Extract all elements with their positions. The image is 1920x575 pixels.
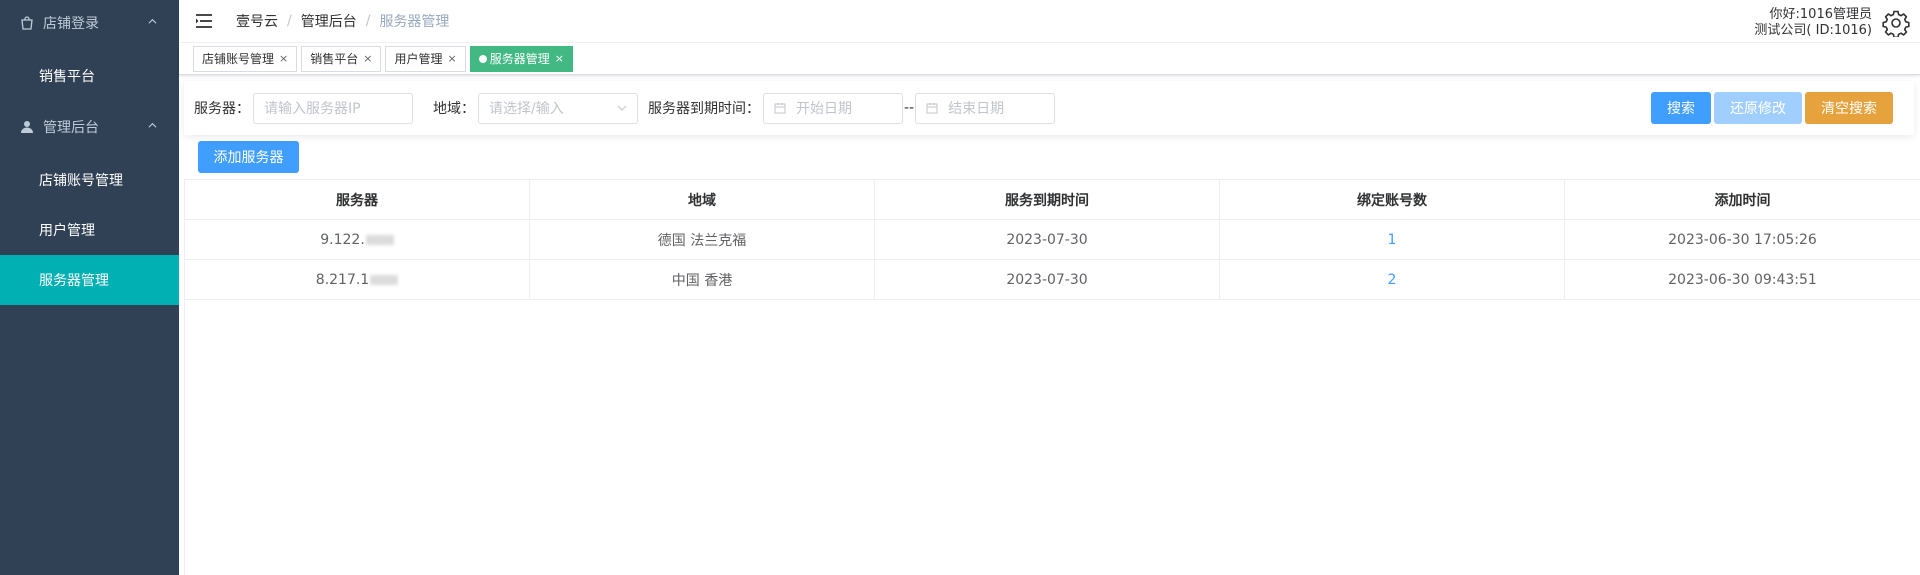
breadcrumb-item[interactable]: 壹号云 bbox=[236, 11, 278, 31]
tag-label: 店铺账号管理 bbox=[202, 52, 275, 67]
column-header-expire: 服务到期时间 bbox=[875, 180, 1220, 219]
added-cell: 2023-06-30 09:43:51 bbox=[1668, 271, 1817, 288]
chevron-down-icon bbox=[617, 105, 627, 111]
breadcrumb-item[interactable]: 管理后台 bbox=[301, 11, 357, 31]
sidebar-group-admin[interactable]: 管理后台 bbox=[0, 104, 179, 150]
tag-label: 销售平台 bbox=[310, 52, 359, 67]
gear-icon[interactable] bbox=[1882, 9, 1910, 37]
tag-store-accounts[interactable]: 店铺账号管理 × bbox=[193, 45, 298, 72]
breadcrumb-current: 服务器管理 bbox=[379, 14, 450, 31]
accounts-cell: 2 bbox=[1220, 260, 1565, 299]
redacted-mask bbox=[370, 274, 399, 285]
user-info: 你好:1016管理员 测试公司( ID:1016) bbox=[1754, 7, 1872, 39]
chevron-up-icon bbox=[148, 122, 157, 128]
server-ip: 8.217.1 bbox=[315, 271, 370, 288]
sidebar-item-label: 用户管理 bbox=[39, 223, 95, 239]
accounts-link[interactable]: 2 bbox=[1388, 272, 1397, 288]
region-placeholder: 请选择/输入 bbox=[489, 101, 564, 117]
accounts-cell: 1 bbox=[1220, 220, 1565, 259]
start-date-input[interactable]: 开始日期 bbox=[763, 92, 903, 124]
search-button[interactable]: 搜索 bbox=[1651, 92, 1711, 124]
server-cell: 8.217.1 bbox=[185, 260, 530, 299]
expire-label: 服务器到期时间： bbox=[648, 101, 760, 117]
close-icon[interactable]: × bbox=[555, 52, 564, 65]
tag-users[interactable]: 用户管理 × bbox=[385, 45, 466, 72]
date-range-separator: -- bbox=[904, 100, 915, 116]
clear-search-button[interactable]: 清空搜索 bbox=[1805, 92, 1893, 124]
sidebar-group-label: 管理后台 bbox=[43, 120, 99, 136]
user-greeting: 你好:1016管理员 bbox=[1769, 7, 1872, 22]
navbar: 壹号云 / 管理后台 / 服务器管理 你好:1016管理员 测试公司( ID:1… bbox=[179, 0, 1920, 44]
sidebar-item-users[interactable]: 用户管理 bbox=[0, 205, 179, 255]
column-header-accounts: 绑定账号数 bbox=[1220, 180, 1565, 219]
tag-servers[interactable]: 服务器管理 × bbox=[469, 45, 573, 72]
bag-icon bbox=[20, 16, 34, 30]
active-dot-icon bbox=[478, 54, 487, 63]
tag-label: 服务器管理 bbox=[489, 52, 550, 67]
column-header-server: 服务器 bbox=[185, 180, 530, 219]
breadcrumb-separator: / bbox=[287, 13, 292, 30]
breadcrumb-separator: / bbox=[365, 13, 371, 30]
search-form: 服务器： 请输入服务器IP 地域： 请选择/输入 服务器到期时间： 开始日期 -… bbox=[184, 81, 1914, 135]
sidebar-item-label: 销售平台 bbox=[39, 69, 95, 85]
menu-fold-icon[interactable] bbox=[194, 11, 214, 31]
column-header-added: 添加时间 bbox=[1714, 192, 1771, 209]
sidebar-item-servers[interactable]: 服务器管理 bbox=[0, 255, 179, 305]
sidebar-group-label: 店铺登录 bbox=[43, 16, 99, 32]
close-icon[interactable]: × bbox=[447, 52, 456, 65]
add-server-button[interactable]: 添加服务器 bbox=[198, 141, 299, 173]
tag-label: 用户管理 bbox=[394, 52, 443, 67]
region-select[interactable]: 请选择/输入 bbox=[478, 92, 638, 124]
region-cell: 中国 香港 bbox=[530, 260, 875, 299]
table-header: 服务器 地域 服务到期时间 绑定账号数 添加时间 bbox=[185, 180, 1920, 220]
region-cell: 德国 法兰克福 bbox=[530, 220, 875, 259]
end-date-input[interactable]: 结束日期 bbox=[915, 92, 1056, 124]
calendar-icon bbox=[774, 103, 786, 114]
search-actions: 搜索 还原修改 清空搜索 bbox=[1651, 92, 1893, 124]
end-date-placeholder: 结束日期 bbox=[948, 101, 1005, 117]
sidebar-item-label: 店铺账号管理 bbox=[39, 173, 123, 189]
breadcrumb: 壹号云 / 管理后台 / 服务器管理 bbox=[236, 11, 449, 31]
sidebar-item-store-accounts[interactable]: 店铺账号管理 bbox=[0, 155, 179, 205]
server-cell: 9.122. bbox=[185, 220, 530, 259]
column-header-region: 地域 bbox=[530, 180, 875, 219]
sidebar-group-store-login[interactable]: 店铺登录 bbox=[0, 0, 179, 46]
added-cell: 2023-06-30 17:05:26 bbox=[1668, 231, 1817, 248]
calendar-icon bbox=[926, 103, 938, 114]
tag-sales-platform[interactable]: 销售平台 × bbox=[301, 45, 382, 72]
restore-button[interactable]: 还原修改 bbox=[1714, 92, 1802, 124]
toolbar: 添加服务器 bbox=[184, 135, 1914, 179]
expire-cell: 2023-07-30 bbox=[875, 260, 1220, 299]
user-company: 测试公司( ID:1016) bbox=[1754, 23, 1872, 38]
chevron-up-icon bbox=[148, 18, 157, 24]
close-icon[interactable]: × bbox=[279, 52, 288, 65]
start-date-placeholder: 开始日期 bbox=[796, 101, 852, 117]
server-ip-placeholder: 请输入服务器IP bbox=[264, 101, 361, 117]
sidebar-item-label: 服务器管理 bbox=[39, 273, 109, 289]
table-row[interactable]: 8.217.1 中国 香港 2023-07-30 2 2023-06-30 09… bbox=[185, 260, 1920, 300]
user-icon bbox=[20, 120, 34, 134]
tags-view: 店铺账号管理 × 销售平台 × 用户管理 × 服务器管理 × bbox=[179, 43, 1920, 75]
server-label: 服务器： bbox=[194, 101, 250, 117]
redacted-mask bbox=[365, 234, 394, 245]
accounts-link[interactable]: 1 bbox=[1388, 232, 1397, 248]
sidebar-item-sales-platform[interactable]: 销售平台 bbox=[0, 51, 179, 101]
sidebar: 店铺登录 销售平台 管理后台 店铺账号管理 用户管理 服务器管理 bbox=[0, 0, 179, 575]
server-ip-input[interactable]: 请输入服务器IP bbox=[253, 92, 413, 124]
main-content: 服务器： 请输入服务器IP 地域： 请选择/输入 服务器到期时间： 开始日期 -… bbox=[179, 75, 1920, 575]
region-label: 地域： bbox=[433, 101, 475, 117]
table-row[interactable]: 9.122. 德国 法兰克福 2023-07-30 1 2023-06-30 1… bbox=[185, 220, 1920, 260]
server-ip: 9.122. bbox=[320, 231, 365, 248]
expire-cell: 2023-07-30 bbox=[875, 220, 1220, 259]
server-table: 服务器 地域 服务到期时间 绑定账号数 添加时间 9.122. 德国 法兰克福 … bbox=[184, 179, 1920, 575]
close-icon[interactable]: × bbox=[363, 52, 372, 65]
